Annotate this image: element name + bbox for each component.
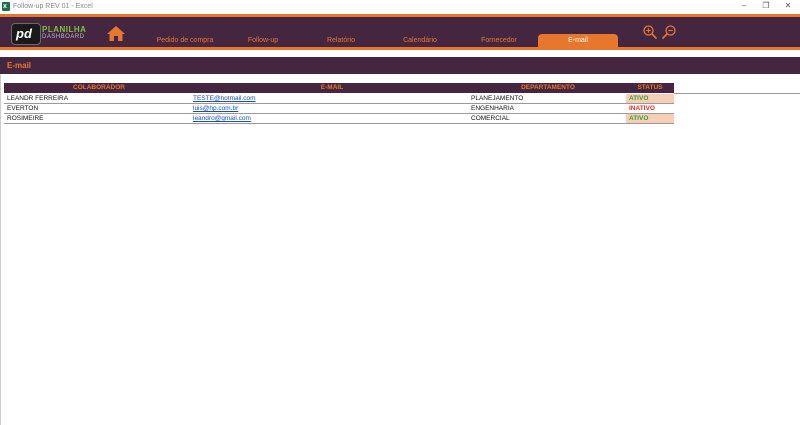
status-badge[interactable]: ATIVO xyxy=(626,114,674,123)
cell-colaborador[interactable]: LEANDR FERREIRA xyxy=(7,94,68,103)
tab-pedido-de-compra[interactable]: Pedido de compra xyxy=(150,34,220,47)
cell-colaborador[interactable]: ROSIMEIRE xyxy=(7,114,43,123)
planilha-dashboard-logo: pd PLANILHA DASHBOARD xyxy=(11,22,91,45)
zoom-in-icon[interactable] xyxy=(642,24,658,40)
home-icon[interactable] xyxy=(106,25,126,42)
cell-email-link[interactable]: TESTE@hotmail.com xyxy=(193,94,256,103)
table-row: EVERTON luis@hp.com.br ENGENHARIA INATIV… xyxy=(4,104,674,114)
logo-badge: pd xyxy=(11,23,41,45)
title-bar: x Follow-up REV 01 - Excel – ❐ ✕ xyxy=(0,0,800,13)
column-header-status[interactable]: STATUS xyxy=(626,83,674,93)
tab-follow-up[interactable]: Follow-up xyxy=(238,34,288,47)
section-title: E-mail xyxy=(7,61,32,70)
cell-email-link[interactable]: luis@hp.com.br xyxy=(193,104,238,113)
tab-fornecedor[interactable]: Fornecedor xyxy=(474,34,524,47)
logo-line1: PLANILHA xyxy=(42,25,87,34)
accent-stripe-bottom xyxy=(0,47,800,50)
column-header-email[interactable]: E-MAIL xyxy=(194,83,470,93)
column-header-colaborador[interactable]: COLABORADOR xyxy=(4,83,194,93)
cell-departamento[interactable]: ENGENHARIA xyxy=(471,104,514,113)
tab-calendario[interactable]: Calendário xyxy=(396,34,444,47)
zoom-out-icon[interactable] xyxy=(661,24,677,40)
tab-relatorio[interactable]: Relatório xyxy=(318,34,364,47)
minimize-button[interactable]: – xyxy=(732,0,756,13)
logo-line2: DASHBOARD xyxy=(42,34,85,40)
restore-button[interactable]: ❐ xyxy=(754,0,778,13)
tab-e-mail[interactable]: E-mail xyxy=(538,34,618,47)
window-title: Follow-up REV 01 - Excel xyxy=(13,3,93,10)
table-header: COLABORADOR E-MAIL DEPARTAMENTO STATUS xyxy=(4,83,674,93)
cell-departamento[interactable]: COMERCIAL xyxy=(471,114,510,123)
close-button[interactable]: ✕ xyxy=(776,0,800,13)
cell-departamento[interactable]: PLANEJAMENTO xyxy=(471,94,523,103)
cell-email-link[interactable]: leandro@gmail.com xyxy=(193,114,251,123)
table-row: LEANDR FERREIRA TESTE@hotmail.com PLANEJ… xyxy=(4,94,674,104)
table-row: ROSIMEIRE leandro@gmail.com COMERCIAL AT… xyxy=(4,114,674,124)
header-row-line xyxy=(674,93,800,94)
excel-icon: x xyxy=(2,2,10,11)
section-header: E-mail xyxy=(0,57,800,74)
sheet-left-border xyxy=(0,74,1,425)
status-badge[interactable]: ATIVO xyxy=(626,94,674,103)
status-badge[interactable]: INATIVO xyxy=(626,104,674,113)
cell-colaborador[interactable]: EVERTON xyxy=(7,104,38,113)
column-header-departamento[interactable]: DEPARTAMENTO xyxy=(470,83,626,93)
